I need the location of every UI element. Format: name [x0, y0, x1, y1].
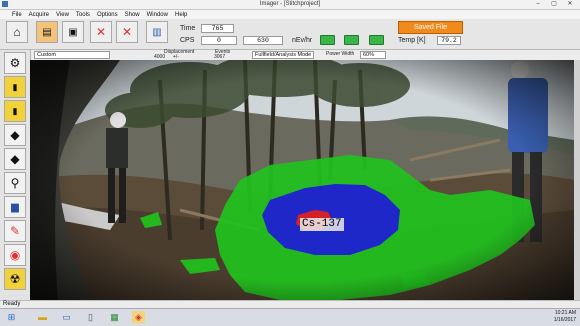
analysis-mode-select[interactable]: Fullfield/Analysis Mode: [252, 51, 314, 59]
computer-icon: ▭: [62, 312, 71, 322]
search-icon: ⚲: [10, 176, 20, 190]
menu-bar: File Acquire View Tools Options Show Win…: [0, 10, 580, 19]
camera-view[interactable]: Cs-137: [30, 60, 574, 300]
x-icon: ✕: [121, 25, 133, 39]
toolbar: ⌂ ▤ ▣ ✕ ✕ ▥ Time 765 CPS 0 630 nEv/hr Sa…: [0, 19, 580, 50]
temp-label: Temp [K]: [398, 37, 426, 44]
folder-icon: ▬: [38, 312, 47, 322]
clock-time: 10:21 AM: [554, 310, 576, 316]
time-label: Time: [180, 25, 196, 32]
app-button-1[interactable]: ▭: [60, 311, 73, 323]
chart-icon: ▥: [152, 26, 162, 38]
photo-icon: ▣: [68, 26, 78, 38]
ruler-icon: ▮: [12, 105, 18, 116]
app-button-3[interactable]: ▦: [108, 311, 121, 323]
menu-tools[interactable]: Tools: [76, 12, 90, 18]
menu-window[interactable]: Window: [147, 12, 168, 18]
power-width-label: Power Width: [326, 51, 355, 57]
target-button[interactable]: ◉: [4, 244, 26, 266]
paint-button[interactable]: ✎: [4, 220, 26, 242]
menu-show[interactable]: Show: [125, 12, 140, 18]
zoom-button[interactable]: ⚲: [4, 172, 26, 194]
menu-file[interactable]: File: [12, 12, 22, 18]
spectrum-button[interactable]: ▆: [4, 196, 26, 218]
home-button[interactable]: ⌂: [6, 21, 28, 43]
unit-label: nEv/hr: [292, 37, 313, 44]
menu-options[interactable]: Options: [97, 12, 118, 18]
menu-view[interactable]: View: [56, 12, 69, 18]
ruler-tool-1[interactable]: ▮: [4, 76, 26, 98]
acquire-button[interactable]: ▤: [36, 21, 58, 43]
time-value: 765: [201, 24, 234, 33]
isotope-label: Cs-137: [300, 218, 344, 231]
histogram-icon: ▆: [11, 201, 19, 213]
left-toolbar: ⚙ ▮ ▮ ◆ ◆ ⚲ ▆ ✎ ◉ ☢: [0, 50, 31, 300]
close-button[interactable]: ✕: [562, 0, 578, 9]
cube-tool-1[interactable]: ◆: [4, 124, 26, 146]
explorer-button[interactable]: ▬: [36, 311, 49, 323]
temp-value: 79.2: [437, 36, 461, 45]
window-controls: – ▢ ✕: [530, 0, 578, 9]
home-icon: ⌂: [13, 25, 21, 39]
radiation-icon: ☢: [9, 272, 21, 286]
menu-help[interactable]: Help: [175, 12, 187, 18]
displacement-label: Displacement: [164, 49, 195, 55]
analysis-button[interactable]: ▥: [146, 21, 168, 43]
status-text: Ready: [3, 301, 21, 307]
window-title: Imager - [Stitchproject]: [259, 1, 321, 7]
brush-icon: ✎: [9, 224, 21, 238]
cps-label: CPS: [180, 37, 195, 44]
camera-icon: ▤: [42, 26, 52, 38]
cps-value-1: 0: [201, 36, 237, 45]
mode-select[interactable]: Custom: [34, 51, 110, 59]
document-icon: ▯: [88, 312, 93, 322]
windows-icon: ⊞: [7, 312, 16, 322]
clock-date: 1/16/2017: [553, 317, 576, 323]
gear-icon: ⚙: [9, 56, 21, 70]
title-bar: Imager - [Stitchproject] – ▢ ✕: [0, 0, 580, 10]
cps-value-2: 630: [243, 36, 283, 45]
start-button[interactable]: ⊞: [5, 311, 18, 323]
x-icon: ✕: [95, 25, 107, 39]
clear-button[interactable]: ✕: [90, 21, 112, 43]
scene-image: [30, 60, 574, 300]
app-button-2[interactable]: ▯: [84, 311, 97, 323]
minimize-button[interactable]: –: [530, 0, 546, 9]
spreadsheet-icon: ▦: [110, 312, 119, 322]
status-button-3[interactable]: [369, 35, 384, 45]
system-clock[interactable]: 10:21 AM 1/16/2017: [554, 310, 576, 324]
cube-tool-2[interactable]: ◆: [4, 148, 26, 170]
ruler-icon: ▮: [12, 81, 18, 92]
saved-file-button[interactable]: Saved File: [398, 21, 463, 34]
cube-icon: ◆: [10, 152, 20, 166]
status-button-1[interactable]: [320, 35, 335, 45]
snapshot-button[interactable]: ▣: [62, 21, 84, 43]
vertical-scrollbar[interactable]: [574, 60, 580, 300]
radiation-button[interactable]: ☢: [4, 268, 26, 290]
imager-icon: ◈: [135, 312, 142, 322]
clear-all-button[interactable]: ✕: [116, 21, 138, 43]
cube-icon: ◆: [10, 128, 20, 142]
status-button-2[interactable]: [344, 35, 359, 45]
menu-acquire[interactable]: Acquire: [29, 12, 49, 18]
settings-button[interactable]: ⚙: [4, 52, 26, 74]
maximize-button[interactable]: ▢: [546, 0, 562, 9]
ruler-tool-2[interactable]: ▮: [4, 100, 26, 122]
power-width-select[interactable]: 60%: [360, 51, 386, 59]
target-icon: ◉: [9, 248, 21, 262]
imager-taskbar-button[interactable]: ◈: [132, 311, 145, 323]
taskbar: ⊞ ▬ ▭ ▯ ▦ ◈ 10:21 AM 1/16/2017: [0, 308, 580, 326]
